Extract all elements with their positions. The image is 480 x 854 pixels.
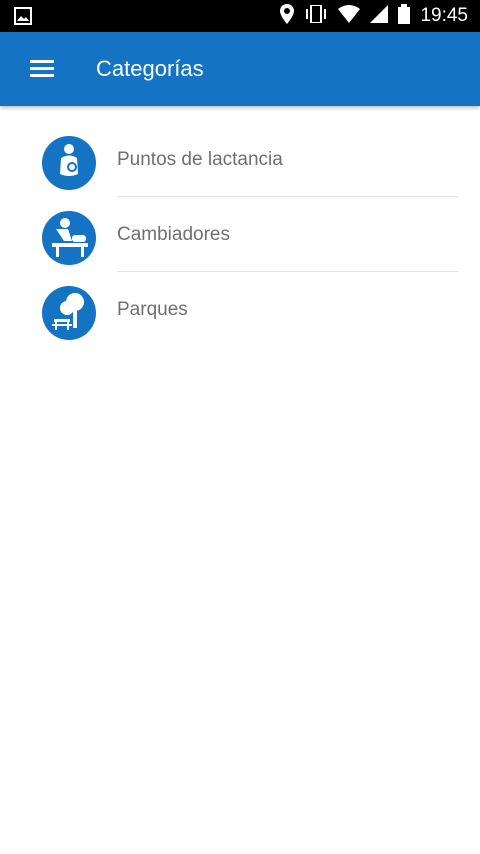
category-label: Parques bbox=[117, 299, 188, 320]
wifi-icon bbox=[338, 4, 361, 28]
menu-button[interactable] bbox=[22, 51, 62, 87]
category-list: Puntos de lactancia Cambiadores Parques bbox=[0, 122, 480, 347]
park-icon bbox=[42, 286, 96, 340]
vibrate-icon bbox=[304, 3, 328, 28]
changing-table-icon bbox=[42, 211, 96, 265]
app-bar: Categorías bbox=[0, 32, 480, 106]
status-time: 19:45 bbox=[420, 5, 468, 26]
breastfeeding-icon bbox=[42, 136, 96, 190]
category-item-lactancia[interactable]: Puntos de lactancia bbox=[0, 122, 480, 197]
location-icon bbox=[280, 3, 295, 29]
signal-icon bbox=[370, 4, 389, 28]
image-icon bbox=[14, 7, 32, 30]
category-label: Cambiadores bbox=[117, 224, 230, 245]
category-label: Puntos de lactancia bbox=[117, 149, 283, 170]
battery-icon bbox=[398, 3, 411, 29]
category-item-cambiadores[interactable]: Cambiadores bbox=[0, 197, 480, 272]
page-title: Categorías bbox=[96, 56, 204, 81]
category-item-parques[interactable]: Parques bbox=[0, 272, 480, 347]
status-bar: 19:45 bbox=[0, 0, 480, 32]
